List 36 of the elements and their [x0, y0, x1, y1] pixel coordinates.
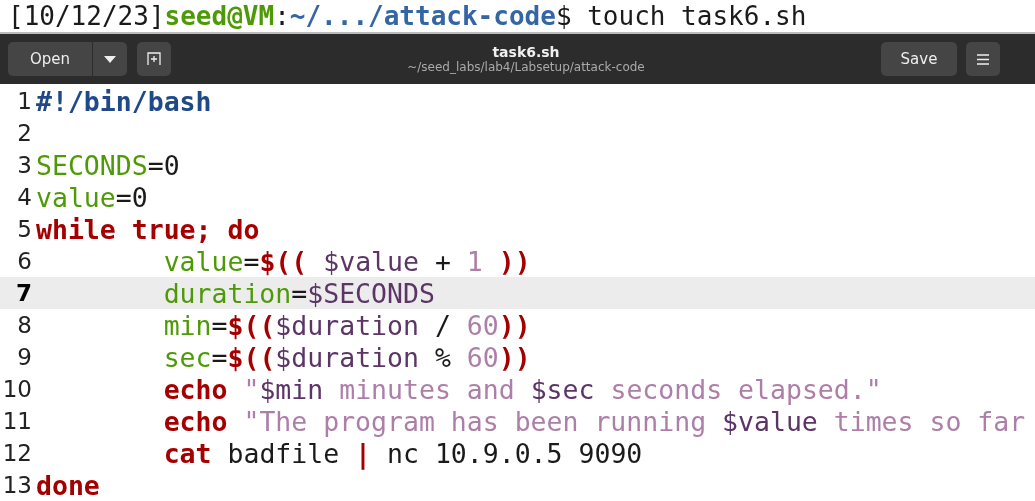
document-title: task6.sh [492, 44, 560, 60]
code-line: done [36, 469, 100, 501]
caret-icon [104, 55, 116, 63]
code-line: #!/bin/bash [36, 85, 212, 117]
line-number: 1 [16, 88, 33, 114]
line-number: 13 [1, 472, 33, 498]
line-number: 5 [16, 216, 33, 242]
code-line: cat badfile | nc 10.9.0.5 9090 [162, 437, 643, 469]
document-path: ~/seed_labs/lab4/Labsetup/attack-code [407, 60, 645, 74]
code-line: echo "The program has been running $value times so far [162, 405, 1026, 437]
code-line: echo "$min minutes and $sec seconds elapsed." [162, 373, 882, 405]
line-number: 7 [15, 280, 33, 306]
menu-button[interactable] [966, 42, 1000, 76]
code-line: min=$(($duration / 60)) [162, 309, 531, 341]
line-number: 4 [16, 184, 33, 210]
code-line: value=0 [36, 181, 148, 213]
code-line: SECONDS=0 [36, 149, 180, 181]
line-number: 2 [16, 120, 33, 146]
open-button[interactable]: Open [8, 42, 92, 76]
code-line: value=$(( $value + 1 )) [162, 245, 531, 277]
code-line: sec=$(($duration % 60)) [162, 341, 531, 373]
menu-icon [977, 53, 989, 65]
line-number: 9 [16, 344, 33, 370]
line-number: 8 [16, 312, 33, 338]
line-number: 6 [16, 248, 33, 274]
dropdown-button[interactable] [93, 42, 127, 76]
line-number: 3 [16, 152, 33, 178]
new-document-button[interactable] [137, 42, 171, 76]
code-line: duration=$SECONDS [162, 277, 435, 309]
code-line: while true; do [36, 213, 260, 245]
save-button[interactable]: Save [881, 42, 957, 76]
line-number: 12 [1, 440, 33, 466]
new-tab-icon [147, 52, 161, 66]
line-number: 11 [1, 408, 33, 434]
line-number: 10 [1, 376, 33, 402]
terminal-command-line: [10/12/23]seed@VM:~/.../attack-code$ touch task6.sh [7, 0, 807, 32]
